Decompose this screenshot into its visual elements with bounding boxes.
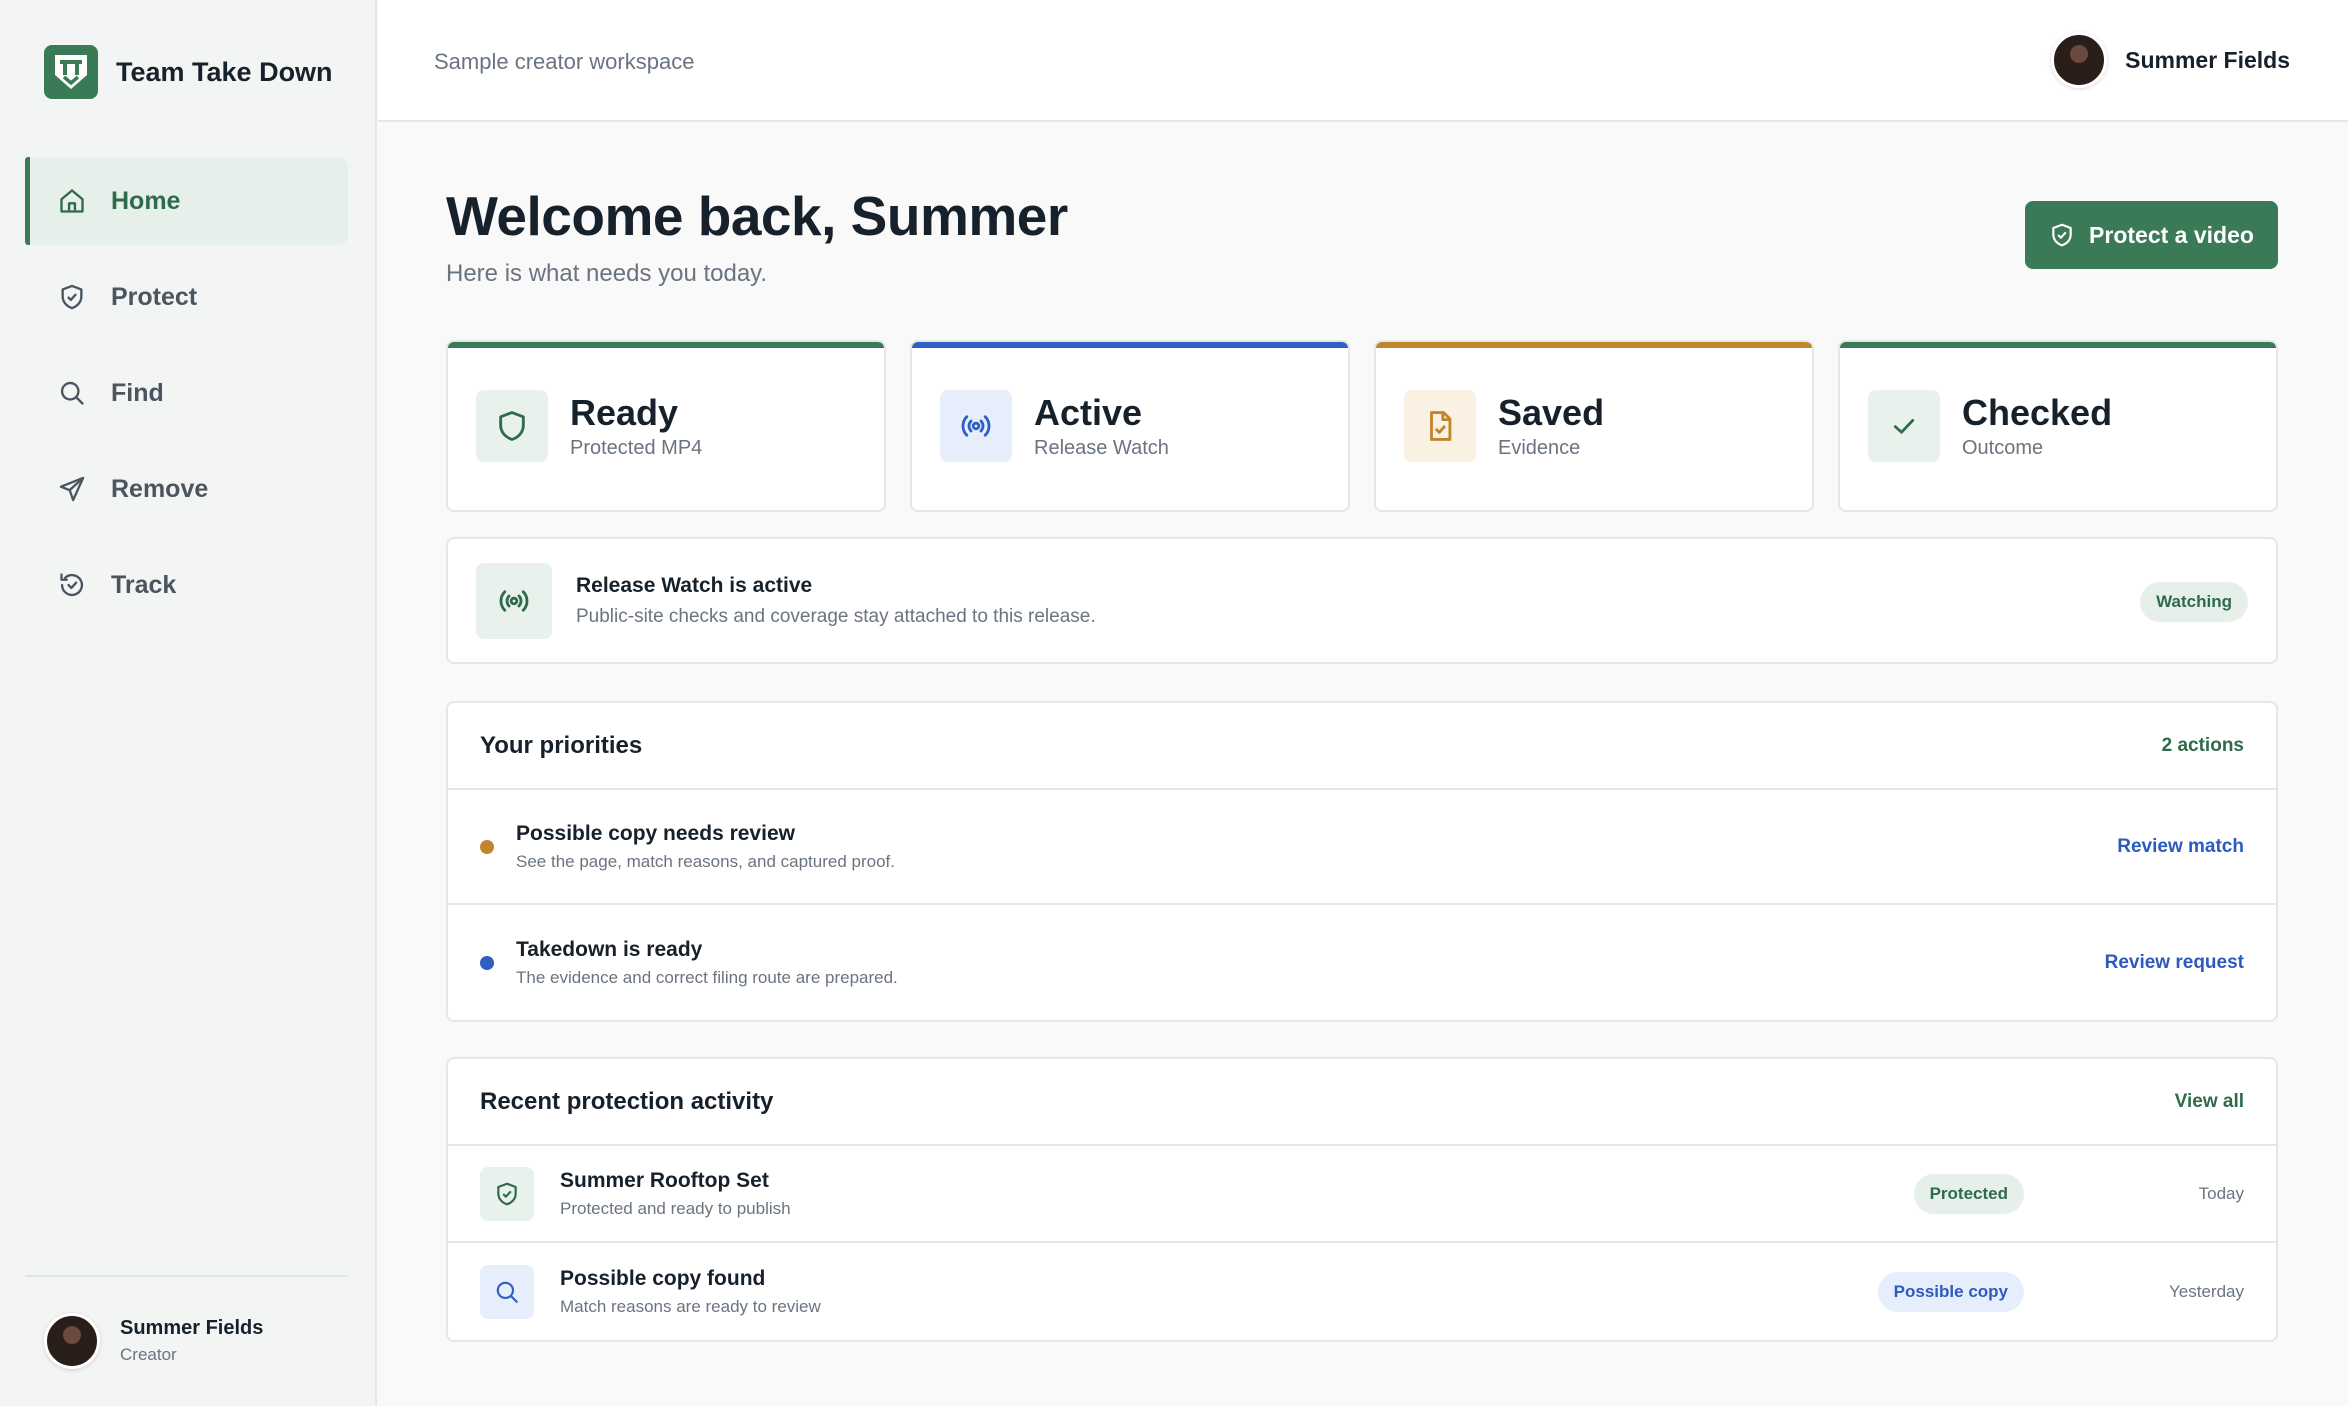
sidebar-item-label: Remove (111, 474, 209, 503)
status-dot (480, 955, 494, 970)
view-all-link[interactable]: View all (2175, 1091, 2244, 1113)
history-icon (57, 570, 87, 600)
top-user-menu[interactable]: Summer Fields (2051, 32, 2290, 88)
home-icon (57, 186, 87, 216)
activity-date: Yesterday (2169, 1281, 2244, 1301)
priority-description: See the page, match reasons, and capture… (516, 851, 895, 871)
stat-cards: Ready Protected MP4 Active Release Watch… (446, 340, 2278, 512)
stat-card-active[interactable]: Active Release Watch (910, 340, 1350, 512)
sidebar-item-label: Protect (111, 282, 198, 311)
priorities-panel: Your priorities 2 actions Possible copy … (446, 701, 2278, 1022)
sidebar-item-find[interactable]: Find (25, 349, 348, 437)
stat-card-ready[interactable]: Ready Protected MP4 (446, 340, 886, 512)
broadcast-icon (476, 562, 552, 639)
protect-video-button[interactable]: Protect a video (2025, 201, 2278, 269)
priority-title: Possible copy needs review (516, 821, 795, 845)
brand-name: Team Take Down (116, 56, 333, 87)
activity-item-title: Possible copy found (560, 1266, 766, 1290)
stat-title: Saved (1498, 392, 1605, 433)
priorities-count: 2 actions (2161, 734, 2244, 756)
release-watch-title: Release Watch is active (576, 573, 813, 597)
page-title: Welcome back, Summer (446, 185, 1068, 247)
sidebar-nav: Home Protect Find Remove Track (25, 157, 348, 637)
stat-card-saved[interactable]: Saved Evidence (1374, 340, 1814, 512)
page-subtitle: Here is what needs you today. (446, 260, 768, 287)
review-request-link[interactable]: Review request (2105, 952, 2244, 974)
stat-card-checked[interactable]: Checked Outcome (1838, 340, 2278, 512)
activity-panel: Recent protection activity View all Summ… (446, 1057, 2278, 1342)
shield-check-icon (57, 282, 87, 312)
sidebar-item-protect[interactable]: Protect (25, 253, 348, 341)
sidebar-item-track[interactable]: Track (25, 541, 348, 629)
stat-subtitle: Protected MP4 (570, 437, 703, 459)
stat-subtitle: Outcome (1962, 437, 2044, 459)
review-match-link[interactable]: Review match (2117, 836, 2244, 858)
activity-title: Recent protection activity (480, 1087, 774, 1115)
search-icon (480, 1264, 534, 1319)
priority-row: Takedown is ready The evidence and corre… (448, 905, 2276, 1020)
broadcast-icon (940, 390, 1012, 462)
activity-item-title: Summer Rooftop Set (560, 1168, 769, 1192)
brand-logo-icon (44, 45, 98, 99)
status-badge: Protected (1913, 1173, 2024, 1214)
protect-video-label: Protect a video (2089, 221, 2254, 248)
priority-description: The evidence and correct filing route ar… (516, 967, 898, 987)
sidebar-user[interactable]: Summer Fields Creator (44, 1313, 263, 1369)
topbar: Sample creator workspace Summer Fields (378, 0, 2348, 122)
activity-row[interactable]: Summer Rooftop Set Protected and ready t… (448, 1146, 2276, 1243)
stat-subtitle: Release Watch (1034, 437, 1169, 459)
shield-check-icon (2049, 222, 2075, 248)
file-check-icon (1404, 390, 1476, 462)
sidebar-user-name: Summer Fields (120, 1317, 264, 1339)
send-icon (57, 474, 87, 504)
stat-title: Checked (1962, 392, 2113, 433)
priority-title: Takedown is ready (516, 937, 703, 961)
avatar (2051, 32, 2108, 88)
activity-item-description: Protected and ready to publish (560, 1198, 791, 1218)
stat-subtitle: Evidence (1498, 437, 1581, 459)
sidebar-item-home[interactable]: Home (25, 157, 348, 245)
sidebar-user-role: Creator (120, 1345, 177, 1364)
activity-item-description: Match reasons are ready to review (560, 1296, 821, 1316)
status-dot (480, 839, 494, 854)
activity-date: Today (2198, 1183, 2244, 1203)
check-icon (1868, 390, 1940, 462)
shield-icon (476, 390, 548, 462)
sidebar-item-remove[interactable]: Remove (25, 445, 348, 533)
activity-row[interactable]: Possible copy found Match reasons are re… (448, 1243, 2276, 1340)
sidebar-item-label: Find (111, 378, 164, 407)
release-watch-description: Public-site checks and coverage stay att… (576, 605, 1096, 627)
priorities-title: Your priorities (480, 731, 643, 759)
brand[interactable]: Team Take Down (44, 45, 333, 99)
search-icon (57, 378, 87, 408)
release-watch-banner: Release Watch is active Public-site chec… (446, 537, 2278, 664)
sidebar-divider (25, 1275, 348, 1277)
status-badge: Possible copy (1877, 1271, 2024, 1312)
stat-title: Active (1034, 392, 1143, 433)
workspace-label: Sample creator workspace (434, 49, 695, 74)
sidebar-item-label: Track (111, 570, 177, 599)
sidebar-item-label: Home (111, 186, 181, 215)
stat-title: Ready (570, 392, 679, 433)
avatar (44, 1313, 100, 1369)
sidebar: Team Take Down Home Protect Find Remove (0, 0, 377, 1406)
status-badge: Watching (2140, 582, 2248, 622)
top-user-name: Summer Fields (2125, 46, 2290, 73)
shield-check-icon (480, 1166, 534, 1221)
priority-row: Possible copy needs review See the page,… (448, 790, 2276, 905)
